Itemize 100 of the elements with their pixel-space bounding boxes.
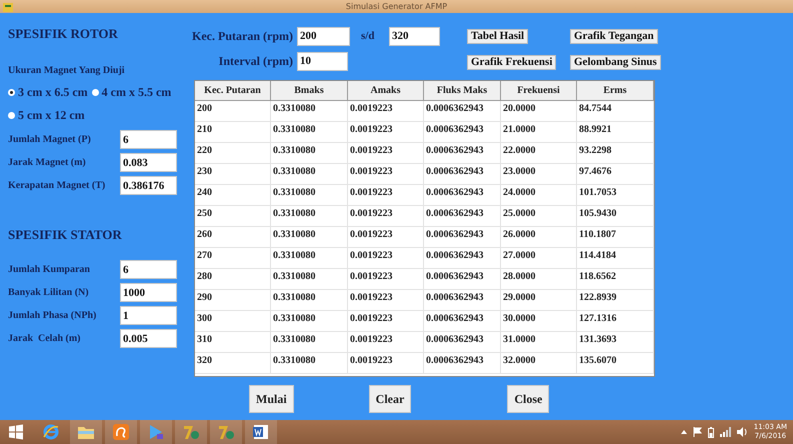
field-label: Jumlah Phasa (NPh) — [8, 310, 98, 321]
radio-icon[interactable] — [8, 89, 15, 96]
table-cell: 210 — [195, 122, 271, 143]
window-title: Simulasi Generator AFMP — [344, 2, 448, 11]
word-icon[interactable] — [252, 423, 270, 441]
signal-icon[interactable] — [720, 427, 731, 437]
chart-button[interactable]: Grafik Frekuensi — [467, 55, 556, 70]
table-cell: 26.0000 — [501, 227, 577, 248]
battery-icon[interactable] — [708, 426, 714, 438]
section-heading: SPESIFIK STATOR — [8, 226, 123, 244]
table-cell: 0.0006362943 — [424, 185, 501, 206]
radio-icon[interactable] — [92, 89, 99, 96]
table-cell: 118.6562 — [577, 269, 654, 290]
column-header: Kec. Putaran — [195, 81, 271, 101]
table-cell: 0.3310080 — [271, 143, 348, 164]
table-cell: 28.0000 — [501, 269, 577, 290]
table-cell: 0.0006362943 — [424, 248, 501, 269]
table-cell: 290 — [195, 290, 271, 311]
group-label: Ukuran Magnet Yang Diuji — [8, 64, 126, 78]
radio-option[interactable]: 3 cm x 6.5 cm — [8, 81, 88, 104]
table-cell: 0.0019223 — [348, 143, 424, 164]
table-cell: 24.0000 — [501, 185, 577, 206]
table-cell: 0.3310080 — [271, 122, 348, 143]
table-cell: 114.4184 — [577, 248, 654, 269]
table-cell: 0.3310080 — [271, 332, 348, 353]
radio-label: 3 cm x 6.5 cm — [18, 85, 88, 100]
input-field[interactable]: 6 — [120, 130, 177, 149]
table-cell: 0.0019223 — [348, 227, 424, 248]
table-cell: 93.2298 — [577, 143, 654, 164]
field-label: Banyak Lilitan (N) — [8, 287, 90, 298]
table-button[interactable]: Tabel Hasil — [467, 28, 528, 44]
table-cell: 0.0006362943 — [424, 206, 501, 227]
table-cell: 0.0006362943 — [424, 164, 501, 185]
table-cell: 280 — [195, 269, 271, 290]
table-cell: 0.0006362943 — [424, 269, 501, 290]
action-button[interactable]: Mulai — [249, 385, 294, 413]
table-cell: 0.3310080 — [271, 185, 348, 206]
table-cell: 0.0006362943 — [424, 101, 501, 122]
field-label: Jarak Magnet (m) — [8, 157, 87, 168]
table-cell: 250 — [195, 206, 271, 227]
chart-button[interactable]: Grafik Tegangan — [570, 28, 658, 44]
table-cell: 0.3310080 — [271, 353, 348, 374]
table-cell: 101.7053 — [577, 185, 654, 206]
table-cell: 122.8939 — [577, 290, 654, 311]
radio-label: 4 cm x 5.5 cm — [102, 85, 172, 100]
flag-icon[interactable] — [692, 427, 702, 437]
table-cell: 0.3310080 — [271, 206, 348, 227]
input-field[interactable]: 0.386176 — [120, 176, 177, 195]
field-label: Jumlah Magnet (P) — [8, 134, 92, 145]
table-cell: 0.0006362943 — [424, 332, 501, 353]
table-cell: 31.0000 — [501, 332, 577, 353]
action-button[interactable]: Clear — [368, 385, 412, 413]
table-cell: 0.3310080 — [271, 227, 348, 248]
field-label: s/d — [360, 30, 376, 42]
table-cell: 0.0019223 — [348, 185, 424, 206]
table-cell: 0.0019223 — [348, 206, 424, 227]
table-cell: 25.0000 — [501, 206, 577, 227]
input-field[interactable]: 1000 — [120, 283, 177, 302]
input-field[interactable]: 0.083 — [120, 153, 177, 172]
table-cell: 0.0006362943 — [424, 122, 501, 143]
table-cell: 0.0006362943 — [424, 143, 501, 164]
action-button[interactable]: Close — [507, 385, 550, 413]
table-cell: 0.3310080 — [271, 164, 348, 185]
table-cell: 0.0019223 — [348, 290, 424, 311]
input-field[interactable]: 6 — [120, 260, 177, 279]
radio-icon[interactable] — [8, 112, 15, 119]
table-cell: 240 — [195, 185, 271, 206]
volume-icon[interactable] — [736, 427, 748, 437]
table-cell: 0.0019223 — [348, 311, 424, 332]
table-cell: 110.1807 — [577, 227, 654, 248]
chart-button[interactable]: Gelombang Sinus — [570, 55, 661, 70]
input-field[interactable]: 320 — [389, 26, 440, 46]
table-cell: 30.0000 — [501, 311, 577, 332]
column-header: Amaks — [348, 81, 424, 101]
input-field[interactable]: 200 — [297, 26, 350, 46]
radio-option[interactable]: 5 cm x 12 cm — [8, 104, 85, 127]
browser-icon[interactable] — [42, 423, 60, 441]
input-field[interactable]: 10 — [297, 52, 348, 70]
input-field[interactable]: 0.005 — [120, 329, 177, 348]
table-cell: 0.3310080 — [271, 290, 348, 311]
table-cell: 200 — [195, 101, 271, 122]
chevron-up-icon[interactable] — [680, 430, 687, 434]
table-cell: 0.3310080 — [271, 248, 348, 269]
table-cell: 310 — [195, 332, 271, 353]
table-cell: 0.3310080 — [271, 269, 348, 290]
column-header: Frekuensi — [501, 81, 577, 101]
table-cell: 20.0000 — [501, 101, 577, 122]
folder-icon[interactable] — [77, 424, 95, 440]
table-cell: 27.0000 — [501, 248, 577, 269]
table-cell: 0.0019223 — [348, 353, 424, 374]
table-cell: 0.0019223 — [348, 332, 424, 353]
field-label: Kerapatan Magnet (T) — [8, 180, 106, 191]
input-field[interactable]: 1 — [120, 306, 177, 325]
table-cell: 0.0019223 — [348, 269, 424, 290]
radio-option[interactable]: 4 cm x 5.5 cm — [92, 81, 172, 104]
table-cell: 0.0006362943 — [424, 311, 501, 332]
table-cell: 127.1316 — [577, 311, 654, 332]
start-icon[interactable] — [8, 424, 24, 440]
table-cell: 105.9430 — [577, 206, 654, 227]
table-cell: 23.0000 — [501, 164, 577, 185]
